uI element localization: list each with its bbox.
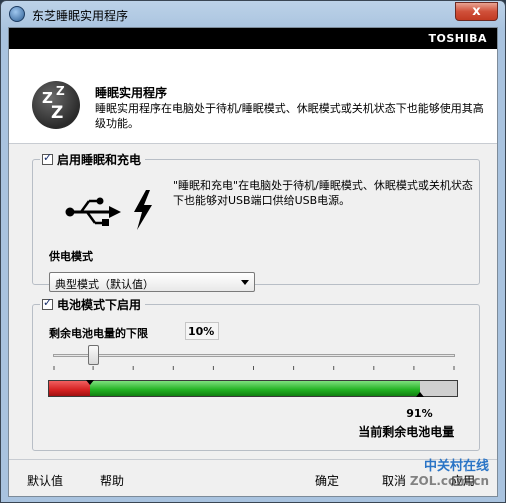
slider-ticks [53,366,455,370]
current-battery-label: 当前剩余电池电量 [358,425,455,439]
battery-level-bar [48,380,458,397]
brand-bar: TOSHIBA [9,28,497,49]
dialog-client: TOSHIBA Z Z Z 睡眠实用程序 睡眠实用程序在电脑处于待机/睡眠模式、… [8,27,498,497]
usb-icon [65,197,121,226]
battery-lower-limit-label: 剩余电池电量的下限 [49,327,148,340]
header-description: 睡眠实用程序在电脑处于待机/睡眠模式、休眠模式或关机状态下也能够使用其高级功能。 [95,102,484,130]
watermark-en: ZOL.com.cn [409,474,489,488]
battery-mode-label: 电池模式下启用 [57,298,142,312]
sleep-zzz-icon: Z Z Z [32,81,80,129]
power-mode-value: 典型模式（默认值） [55,278,154,291]
power-mode-select[interactable]: 典型模式（默认值） [49,272,255,292]
ok-button[interactable]: 确定 [315,472,339,496]
title-bar[interactable]: 东芝睡眠实用程序 x [1,1,505,27]
sleep-charge-checkbox[interactable] [42,151,53,165]
cancel-button[interactable]: 取消 [382,472,406,496]
sleep-charge-group: 启用睡眠和充电 "睡眠和充电"在电脑处于待机/睡眠模式、休眠模式或关机 [32,151,480,292]
current-level-marker [416,392,425,397]
sleep-charge-description: "睡眠和充电"在电脑处于待机/睡眠模式、休眠模式或关机状态下也能够对USB端口供… [173,179,473,207]
current-battery-percent: 91% [406,407,433,420]
sleep-charge-legend[interactable]: 启用睡眠和充电 [40,151,146,168]
sleep-charge-label: 启用睡眠和充电 [57,153,142,167]
battery-mode-checkbox[interactable] [42,296,53,310]
battery-low-segment [49,381,90,396]
battery-limit-slider-track[interactable] [53,354,455,357]
battery-limit-slider-thumb[interactable] [88,345,100,365]
lightning-bolt-icon [134,190,152,230]
settings-area: 启用睡眠和充电 "睡眠和充电"在电脑处于待机/睡眠模式、休眠模式或关机 [9,144,497,459]
app-icon [9,6,25,22]
dialog-header: Z Z Z 睡眠实用程序 睡眠实用程序在电脑处于待机/睡眠模式、休眠模式或关机状… [9,49,497,144]
watermark-cn: 中关村在线 [423,459,489,474]
lower-limit-marker [85,380,94,385]
chevron-down-icon [241,280,249,285]
battery-mode-group: 电池模式下启用 剩余电池电量的下限 10% 91% 当前剩余电池电量 [32,296,480,451]
zol-watermark: 中关村在线 ZOL.com.cn [410,455,489,488]
default-button[interactable]: 默认值 [27,472,63,496]
help-button[interactable]: 帮助 [100,472,124,496]
window-title: 东芝睡眠实用程序 [32,9,129,23]
power-mode-label: 供电模式 [49,250,93,263]
close-button[interactable]: x [455,2,498,21]
battery-charge-segment [89,381,421,396]
main-window: 东芝睡眠实用程序 x TOSHIBA Z Z Z 睡眠实用程序 睡眠实用程序在电… [0,0,506,503]
header-title: 睡眠实用程序 [95,86,168,100]
battery-lower-limit-value: 10% [185,322,219,340]
toshiba-logo: TOSHIBA [428,32,487,45]
battery-mode-legend[interactable]: 电池模式下启用 [40,296,146,313]
